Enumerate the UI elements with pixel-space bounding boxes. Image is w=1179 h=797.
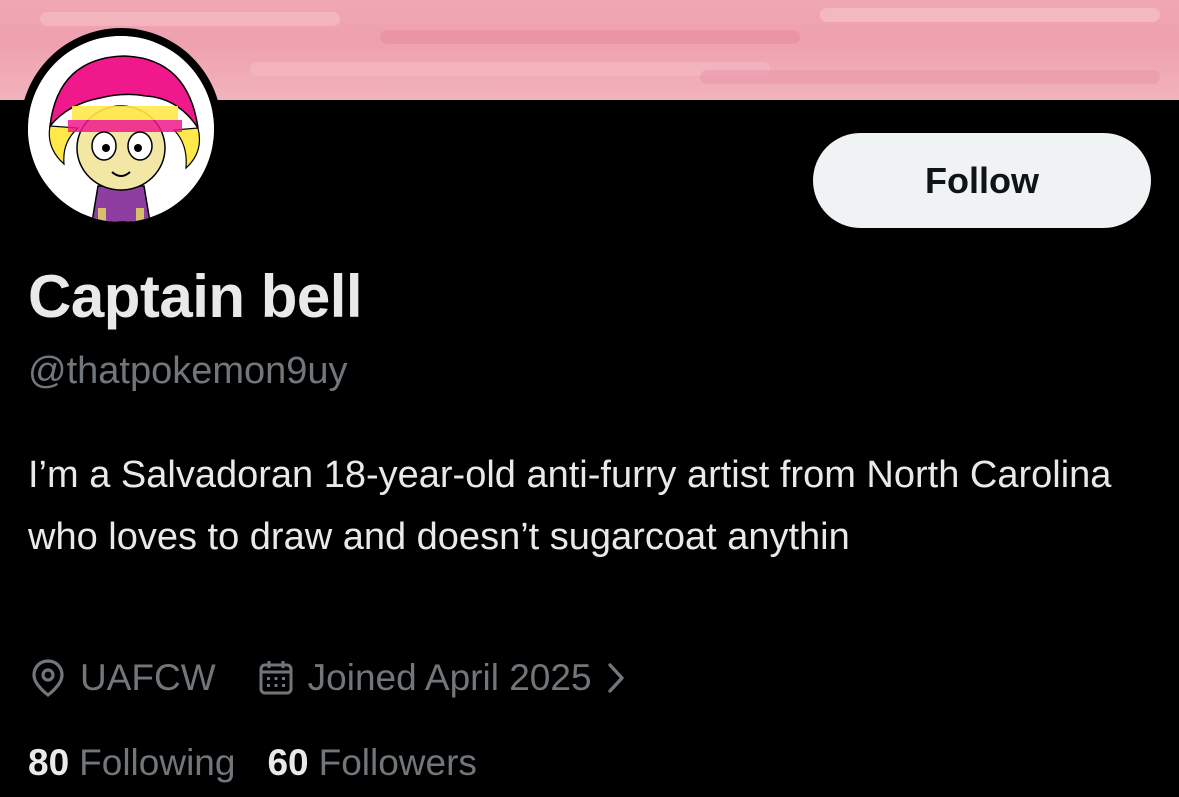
profile-meta: UAFCW Joined April 2025 — [30, 652, 626, 704]
banner-cloud — [380, 30, 800, 44]
banner-cloud — [700, 70, 1160, 84]
location-pin-icon — [30, 658, 66, 698]
avatar[interactable] — [28, 36, 214, 222]
profile-joined[interactable]: Joined April 2025 — [258, 657, 626, 699]
banner-cloud — [250, 62, 770, 76]
profile-bio: I’m a Salvadoran 18-year-old anti-furry … — [28, 454, 1112, 558]
profile-stats: 80 Following 60 Followers — [28, 738, 477, 788]
chevron-right-icon — [606, 661, 626, 695]
banner-cloud — [40, 12, 340, 26]
banner-cloud — [820, 8, 1160, 22]
calendar-icon — [258, 659, 294, 697]
following-link[interactable]: 80 Following — [28, 742, 235, 784]
location-text: UAFCW — [80, 657, 216, 698]
following-count: 80 — [28, 742, 70, 783]
followers-link[interactable]: 60 Followers — [267, 742, 476, 784]
joined-text: Joined April 2025 — [307, 657, 592, 698]
profile-handle: @thatpokemon9uy — [28, 350, 348, 392]
follow-button[interactable]: Follow — [813, 133, 1151, 228]
followers-count: 60 — [267, 742, 309, 783]
profile-location: UAFCW — [30, 657, 216, 699]
followers-label: Followers — [318, 742, 477, 783]
avatar-drawing — [28, 36, 214, 222]
following-label: Following — [79, 742, 236, 783]
profile-display-name: Captain bell — [28, 263, 363, 330]
